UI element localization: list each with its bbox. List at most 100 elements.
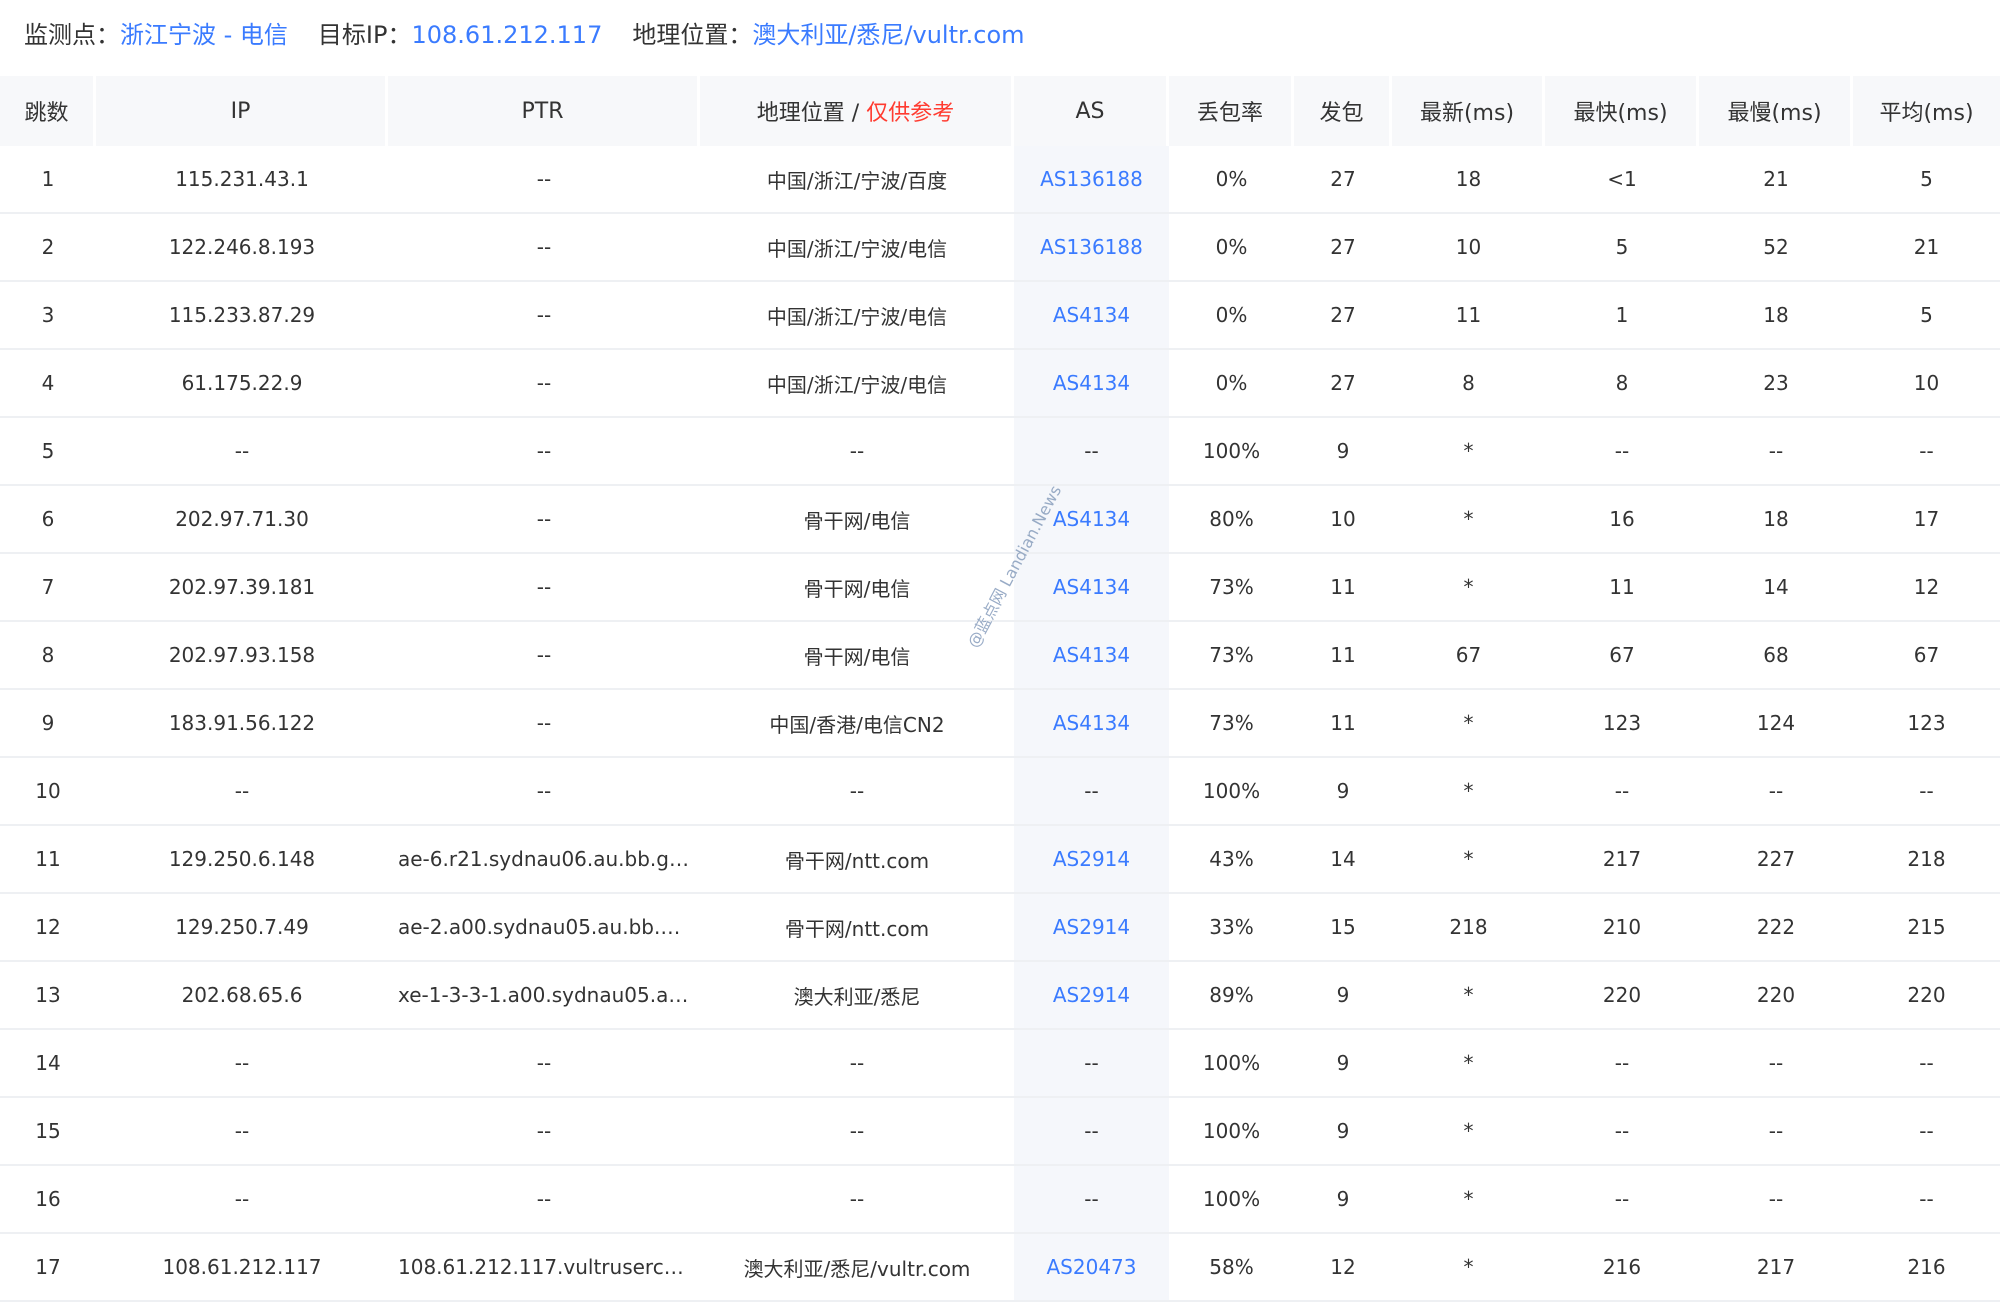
- cell-geo: --: [700, 1098, 1014, 1166]
- cell-as: --: [1014, 758, 1169, 826]
- cell-ptr: --: [388, 1030, 700, 1098]
- as-link[interactable]: AS20473: [1047, 1255, 1137, 1279]
- as-link[interactable]: AS4134: [1053, 371, 1130, 395]
- cell-sent: 9: [1294, 1166, 1392, 1234]
- cell-hop: 6: [0, 486, 96, 554]
- cell-best: <1: [1545, 146, 1699, 214]
- cell-best: 1: [1545, 282, 1699, 350]
- cell-worst: 18: [1699, 282, 1853, 350]
- as-link[interactable]: AS2914: [1053, 847, 1130, 871]
- cell-ptr: xe-1-3-3-1.a00.sydnau05.au....: [388, 962, 700, 1030]
- cell-geo: 中国/浙江/宁波/电信: [700, 282, 1014, 350]
- as-link[interactable]: AS4134: [1053, 575, 1130, 599]
- cell-ip: --: [96, 1098, 388, 1166]
- as-link[interactable]: AS136188: [1040, 235, 1143, 259]
- cell-avg: 21: [1853, 214, 2000, 282]
- cell-geo: 骨干网/ntt.com: [700, 826, 1014, 894]
- table-row: 1 115.231.43.1 -- 中国/浙江/宁波/百度 AS136188 0% 27 18…: [0, 146, 2000, 214]
- cell-loss: 100%: [1169, 418, 1294, 486]
- cell-ip: 183.91.56.122: [96, 690, 388, 758]
- cell-loss: 100%: [1169, 1166, 1294, 1234]
- cell-last: 67: [1392, 622, 1545, 690]
- cell-hop: 12: [0, 894, 96, 962]
- cell-best: 16: [1545, 486, 1699, 554]
- cell-avg: 218: [1853, 826, 2000, 894]
- cell-last: *: [1392, 826, 1545, 894]
- cell-ip: 115.233.87.29: [96, 282, 388, 350]
- cell-ptr: --: [388, 350, 700, 418]
- cell-geo: 骨干网/ntt.com: [700, 894, 1014, 962]
- cell-last: *: [1392, 554, 1545, 622]
- col-ip: IP: [96, 76, 388, 146]
- table-row: 2 122.246.8.193 -- 中国/浙江/宁波/电信 AS136188 0% 27 1…: [0, 214, 2000, 282]
- cell-hop: 7: [0, 554, 96, 622]
- cell-loss: 100%: [1169, 758, 1294, 826]
- cell-last: 8: [1392, 350, 1545, 418]
- geo-value: 澳大利亚/悉尼/vultr.com: [752, 20, 1025, 49]
- cell-last: 11: [1392, 282, 1545, 350]
- cell-hop: 11: [0, 826, 96, 894]
- cell-as: AS20473: [1014, 1234, 1169, 1302]
- as-link[interactable]: AS2914: [1053, 915, 1130, 939]
- cell-ptr: --: [388, 146, 700, 214]
- cell-sent: 27: [1294, 146, 1392, 214]
- as-link[interactable]: AS4134: [1053, 303, 1130, 327]
- target-label: 目标IP：: [317, 20, 412, 49]
- cell-geo: --: [700, 758, 1014, 826]
- cell-loss: 73%: [1169, 554, 1294, 622]
- cell-worst: 217: [1699, 1234, 1853, 1302]
- cell-loss: 80%: [1169, 486, 1294, 554]
- cell-best: --: [1545, 758, 1699, 826]
- cell-avg: 12: [1853, 554, 2000, 622]
- as-link[interactable]: AS2914: [1053, 983, 1130, 1007]
- as-link[interactable]: AS4134: [1053, 711, 1130, 735]
- cell-loss: 0%: [1169, 282, 1294, 350]
- cell-loss: 73%: [1169, 690, 1294, 758]
- as-link[interactable]: AS4134: [1053, 507, 1130, 531]
- cell-hop: 5: [0, 418, 96, 486]
- cell-geo: 中国/浙江/宁波/电信: [700, 214, 1014, 282]
- as-link[interactable]: AS136188: [1040, 167, 1143, 191]
- cell-hop: 10: [0, 758, 96, 826]
- col-geo-note: 仅供参考: [866, 101, 955, 126]
- table-row: 14 -- -- -- -- 100% 9 * -- -- --: [0, 1030, 2000, 1098]
- col-avg: 平均(ms): [1853, 76, 2000, 146]
- cell-loss: 89%: [1169, 962, 1294, 1030]
- traceroute-table: 跳数 IP PTR 地理位置 / 仅供参考 AS 丢包率 发包 最新(ms) 最…: [0, 76, 2000, 1302]
- cell-sent: 9: [1294, 758, 1392, 826]
- cell-last: *: [1392, 1166, 1545, 1234]
- cell-geo: 中国/浙江/宁波/电信: [700, 350, 1014, 418]
- cell-last: *: [1392, 418, 1545, 486]
- monitor-point: 监测点：浙江宁波 - 电信: [24, 15, 288, 50]
- cell-geo: 澳大利亚/悉尼: [700, 962, 1014, 1030]
- as-value: --: [1084, 439, 1099, 463]
- cell-ptr: --: [388, 1166, 700, 1234]
- cell-ip: 129.250.6.148: [96, 826, 388, 894]
- cell-best: 67: [1545, 622, 1699, 690]
- cell-hop: 17: [0, 1234, 96, 1302]
- table-row: 11 129.250.6.148 ae-6.r21.sydnau06.au.bb.g…: [0, 826, 2000, 894]
- cell-worst: 68: [1699, 622, 1853, 690]
- cell-ip: --: [96, 758, 388, 826]
- cell-ip: --: [96, 1166, 388, 1234]
- cell-loss: 0%: [1169, 214, 1294, 282]
- col-sent: 发包: [1294, 76, 1392, 146]
- cell-ptr: ae-6.r21.sydnau06.au.bb.gin....: [388, 826, 700, 894]
- as-value: --: [1084, 779, 1099, 803]
- cell-last: *: [1392, 962, 1545, 1030]
- cell-best: --: [1545, 1098, 1699, 1166]
- cell-sent: 11: [1294, 554, 1392, 622]
- col-best: 最快(ms): [1545, 76, 1699, 146]
- col-loss: 丢包率: [1169, 76, 1294, 146]
- col-geo: 地理位置 / 仅供参考: [700, 76, 1014, 146]
- target-value: 108.61.212.117: [411, 20, 603, 49]
- as-link[interactable]: AS4134: [1053, 643, 1130, 667]
- cell-last: *: [1392, 1234, 1545, 1302]
- cell-loss: 43%: [1169, 826, 1294, 894]
- cell-last: *: [1392, 758, 1545, 826]
- cell-geo: 澳大利亚/悉尼/vultr.com: [700, 1234, 1014, 1302]
- cell-loss: 0%: [1169, 146, 1294, 214]
- cell-sent: 9: [1294, 1098, 1392, 1166]
- cell-hop: 14: [0, 1030, 96, 1098]
- cell-worst: 52: [1699, 214, 1853, 282]
